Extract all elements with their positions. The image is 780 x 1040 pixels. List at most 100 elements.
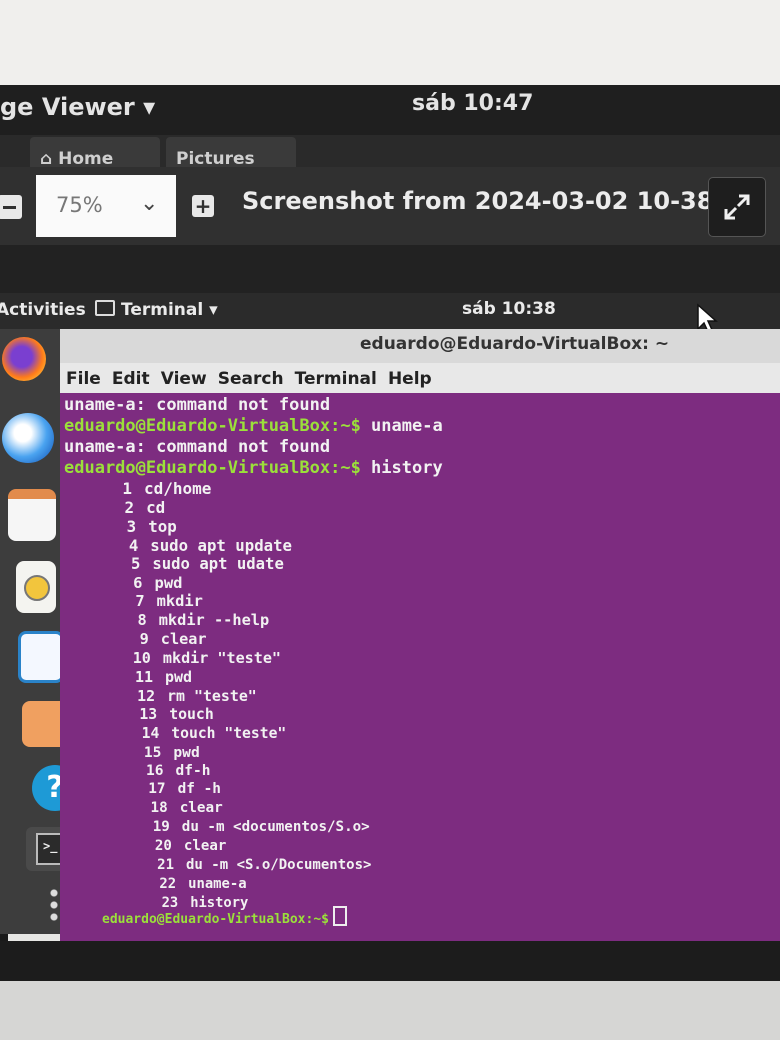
photo-background-bottom xyxy=(0,981,780,1040)
chevron-down-icon: ⌄ xyxy=(140,191,159,216)
history-command: sudo apt update xyxy=(150,535,292,555)
terminal-menubar: File Edit View Search Terminal Help xyxy=(60,363,780,393)
history-number: 3 xyxy=(126,516,137,536)
history-command: clear xyxy=(179,800,223,817)
zoom-value: 75% xyxy=(56,193,103,217)
files-icon[interactable] xyxy=(8,489,56,541)
rhythmbox-disc xyxy=(24,575,50,601)
rhythmbox-icon[interactable] xyxy=(16,561,56,613)
history-number: 20 xyxy=(154,838,172,855)
monitor-bezel-bottom xyxy=(0,941,780,981)
history-number: 14 xyxy=(141,724,160,742)
menu-edit[interactable]: Edit xyxy=(112,369,150,389)
history-row: 14 touch "teste" xyxy=(129,724,287,742)
prompt: eduardo@Eduardo-VirtualBox:~$ xyxy=(64,416,361,436)
history-number: 13 xyxy=(139,705,158,723)
viewer-canvas-edge xyxy=(0,245,780,295)
activities-button[interactable]: Activities xyxy=(0,300,86,320)
history-command: pwd xyxy=(165,668,193,686)
history-number: 12 xyxy=(137,686,156,705)
menu-file[interactable]: File xyxy=(66,369,101,389)
firefox-icon[interactable] xyxy=(2,337,46,381)
terminal-titlebar[interactable]: eduardo@Eduardo-VirtualBox: ~ xyxy=(60,329,780,363)
menu-help[interactable]: Help xyxy=(388,369,432,389)
history-row: 20 clear xyxy=(142,838,226,854)
history-command: touch "teste" xyxy=(171,724,287,742)
history-row: 15 pwd xyxy=(131,744,200,761)
history-row: 22 uname-a xyxy=(146,875,246,892)
history-command: cd/home xyxy=(144,479,212,498)
history-command: mkdir xyxy=(156,592,203,611)
outer-app-menu[interactable]: ge Viewer ▾ xyxy=(0,93,155,121)
history-command: sudo apt udate xyxy=(152,554,284,573)
minus-icon[interactable] xyxy=(0,195,22,219)
outer-top-bar: ge Viewer ▾ sáb 10:47 xyxy=(0,85,780,135)
history-row: 12 rm "teste" xyxy=(125,687,257,705)
image-title: Screenshot from 2024-03-02 10-38-3... xyxy=(242,187,768,215)
history-row: 17 df -h xyxy=(136,781,221,797)
viewer-toolbar: 75% ⌄ + Screenshot from 2024-03-02 10-38… xyxy=(0,167,780,245)
prompt: eduardo@Eduardo-VirtualBox:~$ xyxy=(102,912,329,927)
menu-search[interactable]: Search xyxy=(218,369,284,389)
prompt: eduardo@Eduardo-VirtualBox:~$ xyxy=(64,458,361,478)
command-text: history xyxy=(360,458,443,478)
history-number: 22 xyxy=(159,875,177,892)
outer-clock[interactable]: sáb 10:47 xyxy=(412,91,533,116)
history-row: 19 du -m <documentos/S.o> xyxy=(140,819,370,835)
history-command: rm "teste" xyxy=(167,686,257,705)
breadcrumb-pictures[interactable]: Pictures xyxy=(166,137,296,169)
history-number: 10 xyxy=(132,649,151,668)
history-command: mkdir "teste" xyxy=(162,649,282,668)
text-cursor xyxy=(332,906,347,926)
history-command: top xyxy=(148,516,177,536)
fullscreen-button[interactable] xyxy=(708,177,766,237)
history-command: cd xyxy=(146,497,166,517)
history-row: 9 clear xyxy=(119,630,207,648)
history-row: 16 df-h xyxy=(134,762,211,779)
history-row: 13 touch xyxy=(127,705,214,723)
inner-clock[interactable]: sáb 10:38 xyxy=(462,299,556,319)
command-line: eduardo@Eduardo-VirtualBox:~$ xyxy=(102,906,347,927)
menu-terminal[interactable]: Terminal xyxy=(295,369,377,389)
history-number: 11 xyxy=(134,668,153,686)
libreoffice-writer-icon[interactable] xyxy=(18,631,64,683)
command-text: uname-a xyxy=(360,416,443,436)
history-number: 6 xyxy=(133,573,143,592)
fullscreen-icon xyxy=(724,194,750,220)
history-row: 5 sudo apt udate xyxy=(110,554,284,573)
breadcrumb-home[interactable]: ⌂ Home xyxy=(30,137,160,169)
terminal-output[interactable]: uname-a: command not found eduardo@Eduar… xyxy=(60,393,780,941)
history-number: 7 xyxy=(135,592,145,611)
history-number: 5 xyxy=(131,554,141,573)
history-row: 1 cd/home xyxy=(102,479,211,498)
history-command: clear xyxy=(160,630,207,649)
history-row: 11 pwd xyxy=(123,668,192,686)
history-row: 7 mkdir xyxy=(115,592,203,610)
terminal-app-menu[interactable]: Terminal ▾ xyxy=(95,300,218,320)
history-command: touch xyxy=(169,705,214,723)
menu-view[interactable]: View xyxy=(161,369,207,389)
history-command: mkdir --help xyxy=(158,611,270,630)
history-number: 19 xyxy=(152,819,170,836)
inner-top-bar: Activities Terminal ▾ sáb 10:38 xyxy=(0,293,780,329)
history-command: df-h xyxy=(175,762,211,779)
zoom-select[interactable]: 75% ⌄ xyxy=(36,175,176,237)
history-number: 18 xyxy=(150,800,168,817)
history-command: pwd xyxy=(154,573,183,592)
history-number: 16 xyxy=(146,762,164,779)
terminal-window-title: eduardo@Eduardo-VirtualBox: ~ xyxy=(360,334,670,354)
photo-background xyxy=(0,0,780,88)
path-bar: ⌂ Home Pictures xyxy=(0,135,780,169)
history-command: df -h xyxy=(177,781,221,798)
terminal-small-icon xyxy=(95,300,115,316)
terminal-app-menu-label: Terminal ▾ xyxy=(121,300,218,320)
history-row: 8 mkdir --help xyxy=(117,611,270,630)
history-row: 21 du -m <S.o/Documentos> xyxy=(144,857,371,873)
history-number: 17 xyxy=(148,781,166,798)
history-command: du -m <S.o/Documentos> xyxy=(186,857,372,873)
plus-icon[interactable]: + xyxy=(192,195,214,217)
history-command: du -m <documentos/S.o> xyxy=(181,819,370,836)
thunderbird-icon[interactable] xyxy=(2,413,54,463)
history-row: 6 pwd xyxy=(113,573,183,592)
history-number: 9 xyxy=(139,630,149,649)
